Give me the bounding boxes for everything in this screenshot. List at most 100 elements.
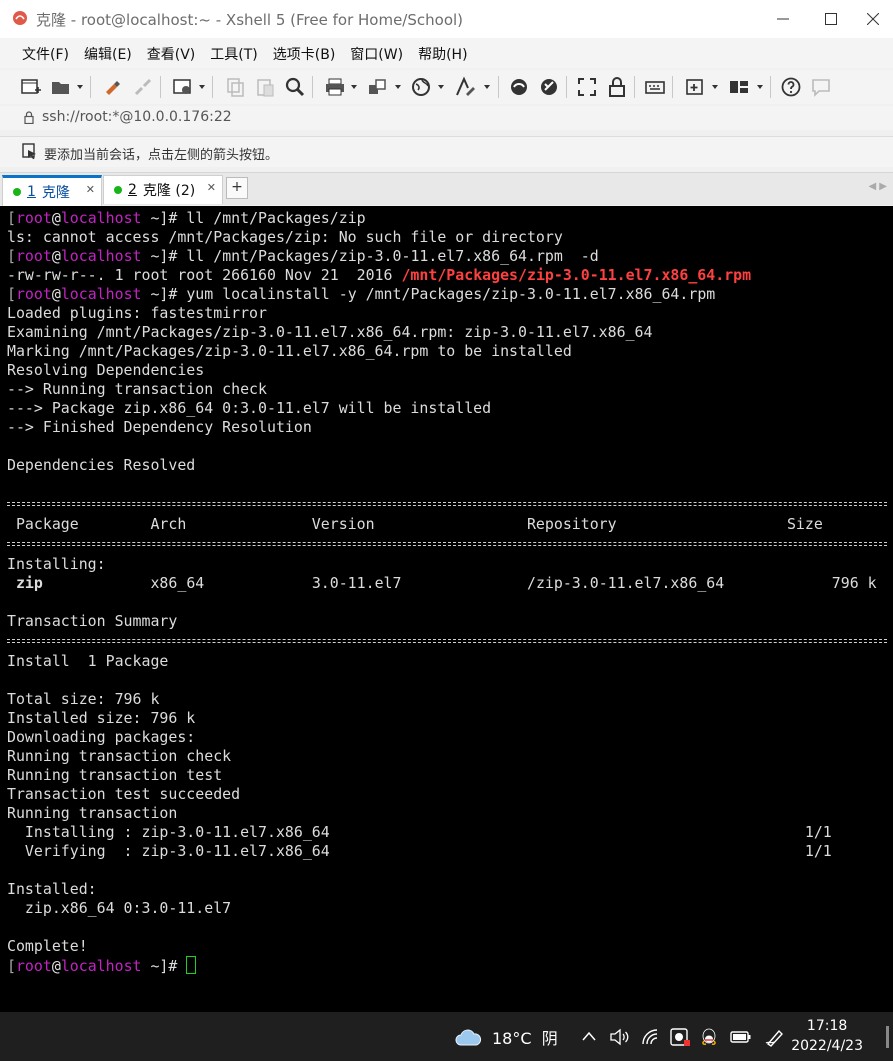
paste-icon[interactable]	[254, 76, 276, 98]
lock-icon	[24, 111, 34, 124]
terminal[interactable]: [root@localhost ~]# ll /mnt/Packages/zip…	[0, 206, 893, 1012]
add-tab-icon[interactable]	[684, 76, 706, 98]
menu-window[interactable]: 窗口(W)	[350, 44, 403, 64]
xftp-icon[interactable]	[508, 76, 530, 98]
properties-icon[interactable]	[172, 76, 194, 98]
copy-icon[interactable]	[224, 76, 246, 98]
table-row: zip x86_64 3.0-11.el7 /zip-3.0-11.el7.x8…	[7, 574, 877, 592]
tab-close-icon[interactable]: ✕	[207, 181, 216, 194]
toolbar-divider	[90, 76, 91, 98]
transfer-icon[interactable]	[366, 76, 388, 98]
connected-status-icon	[114, 186, 122, 194]
terminal-line: Examining /mnt/Packages/zip-3.0-11.el7.x…	[7, 323, 653, 341]
tab-session-2[interactable]: 2 克隆 (2) ✕	[103, 175, 223, 204]
address-bar[interactable]: ssh://root:*@10.0.0.176:22	[0, 106, 893, 130]
terminal-line: Total size: 796 k	[7, 690, 160, 708]
battery-icon[interactable]	[730, 1029, 752, 1045]
toolbar-divider	[160, 76, 161, 98]
xshell-window: 克隆 - root@localhost:~ - Xshell 5 (Free f…	[0, 0, 893, 1012]
tab-number: 1	[27, 184, 36, 200]
terminal-line: ---> Package zip.x86_64 0:3.0-11.el7 wil…	[7, 399, 492, 417]
layout-icon[interactable]	[728, 76, 750, 98]
window-title: 克隆 - root@localhost:~ - Xshell 5 (Free f…	[36, 11, 464, 29]
chevron-down-icon[interactable]	[484, 85, 490, 89]
minimize-icon	[777, 18, 789, 20]
fullscreen-icon[interactable]	[576, 76, 598, 98]
globe-icon[interactable]	[410, 76, 432, 98]
chevron-down-icon[interactable]	[199, 85, 205, 89]
chevron-down-icon[interactable]	[757, 85, 763, 89]
find-icon[interactable]	[284, 76, 306, 98]
toolbar-divider	[312, 76, 313, 98]
terminal-line: [root@localhost ~]# ll /mnt/Packages/zip…	[7, 247, 599, 265]
xmanager-icon[interactable]	[538, 76, 560, 98]
chevron-down-icon[interactable]	[351, 85, 357, 89]
disconnect-icon[interactable]	[132, 76, 154, 98]
new-tab-button[interactable]: +	[226, 177, 248, 199]
weather-widget[interactable]: 18°C 阴	[454, 1012, 558, 1061]
tab-scroll-icon[interactable]: ◀ ▶	[868, 181, 887, 192]
separator-line	[7, 542, 887, 546]
minimize-button[interactable]	[760, 0, 806, 38]
menu-help[interactable]: 帮助(H)	[418, 44, 467, 64]
terminal-line: Downloading packages:	[7, 728, 196, 746]
keyboard-icon[interactable]	[644, 76, 666, 98]
chevron-up-icon[interactable]	[582, 1031, 596, 1041]
speaker-icon[interactable]	[609, 1028, 631, 1046]
connected-status-icon	[13, 188, 21, 196]
toolbar-divider	[770, 76, 771, 98]
menu-tabs[interactable]: 选项卡(B)	[273, 44, 336, 64]
terminal-line: Install 1 Package	[7, 652, 169, 670]
address-url[interactable]: ssh://root:*@10.0.0.176:22	[42, 109, 232, 125]
close-icon	[867, 13, 879, 25]
wifi-icon[interactable]	[641, 1028, 661, 1046]
chat-icon[interactable]	[810, 76, 832, 98]
security-app-icon[interactable]	[669, 1027, 691, 1047]
terminal-cursor	[186, 956, 197, 974]
add-session-arrow-icon[interactable]	[22, 143, 38, 160]
menu-edit[interactable]: 编辑(E)	[84, 44, 132, 64]
chevron-down-icon[interactable]	[395, 85, 401, 89]
clock-date: 2022/4/23	[791, 1038, 863, 1054]
terminal-prompt-line[interactable]: [root@localhost ~]#	[7, 956, 887, 975]
terminal-line: Loaded plugins: fastestmirror	[7, 304, 267, 322]
menu-file[interactable]: 文件(F)	[22, 44, 69, 64]
system-clock[interactable]: 17:18 2022/4/23	[791, 1016, 863, 1056]
toolbar-divider	[672, 76, 673, 98]
open-folder-icon[interactable]	[50, 76, 72, 98]
pen-icon[interactable]	[764, 1027, 786, 1047]
lock-icon[interactable]	[606, 76, 628, 98]
chevron-down-icon[interactable]	[712, 85, 718, 89]
chevron-down-icon[interactable]	[438, 85, 444, 89]
terminal-line: Installed size: 796 k	[7, 709, 196, 727]
help-icon[interactable]	[780, 76, 802, 98]
toolbar-divider	[634, 76, 635, 98]
tab-session-1[interactable]: 1 克隆 ✕	[2, 175, 102, 206]
terminal-line: -rw-rw-r--. 1 root root 266160 Nov 21 20…	[7, 266, 752, 284]
terminal-line: Marking /mnt/Packages/zip-3.0-11.el7.x86…	[7, 342, 572, 360]
toolbar	[0, 70, 893, 104]
maximize-button[interactable]	[808, 0, 854, 38]
chevron-down-icon[interactable]	[77, 85, 83, 89]
print-icon[interactable]	[324, 76, 346, 98]
font-icon[interactable]	[454, 76, 476, 98]
terminal-line: Verifying : zip-3.0-11.el7.x86_64 1/1	[7, 842, 832, 860]
close-button[interactable]	[850, 0, 893, 38]
show-desktop-button[interactable]	[886, 1026, 889, 1048]
weather-text: 18°C 阴	[492, 1028, 558, 1048]
terminal-line: zip.x86_64 0:3.0-11.el7	[7, 899, 232, 917]
tab-close-icon[interactable]: ✕	[86, 183, 95, 196]
terminal-line: Installed:	[7, 880, 97, 898]
new-session-icon[interactable]	[20, 76, 42, 98]
reconnect-icon[interactable]	[102, 76, 124, 98]
menu-view[interactable]: 查看(V)	[147, 44, 196, 64]
xshell-logo-icon	[13, 11, 27, 25]
toolbar-divider	[566, 76, 567, 98]
tab-number: 2	[128, 182, 137, 198]
terminal-line: Transaction test succeeded	[7, 785, 241, 803]
qq-icon[interactable]	[698, 1026, 720, 1048]
menu-tools[interactable]: 工具(T)	[210, 44, 257, 64]
terminal-line: Complete!	[7, 937, 88, 955]
